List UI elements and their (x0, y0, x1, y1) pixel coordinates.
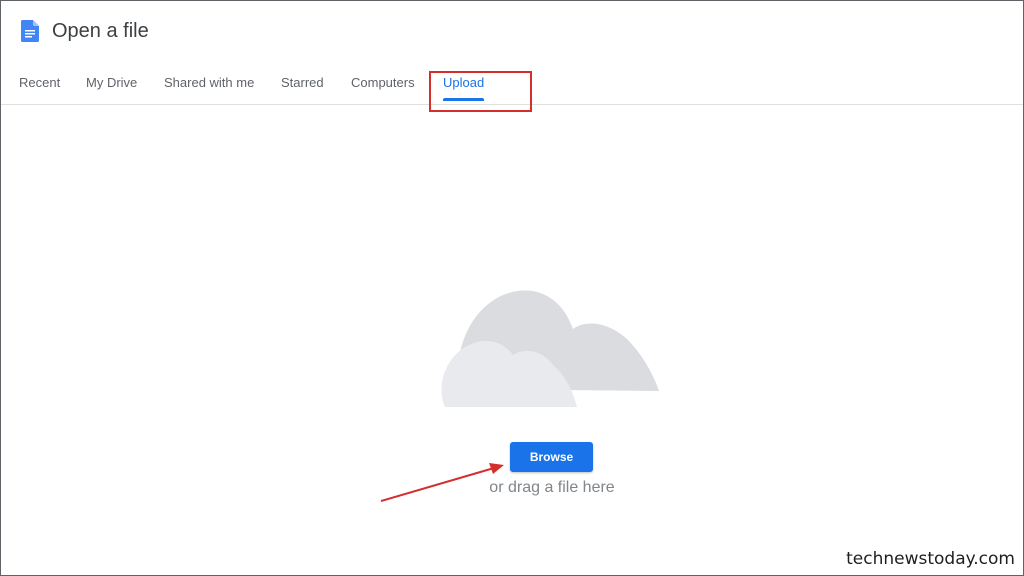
dialog-header: Open a file Recent My Drive Shared with … (1, 1, 1023, 105)
tab-recent[interactable]: Recent (19, 69, 60, 105)
drag-hint-text: or drag a file here (489, 479, 615, 496)
tab-starred[interactable]: Starred (281, 69, 324, 105)
tab-bar: Recent My Drive Shared with me Starred C… (1, 69, 1023, 105)
google-docs-icon (21, 20, 39, 42)
active-tab-indicator (443, 98, 485, 101)
browse-button[interactable]: Browse (510, 442, 593, 472)
tab-upload-label: Upload (443, 75, 485, 90)
tab-upload[interactable]: Upload (443, 69, 485, 105)
open-file-dialog: Open a file Recent My Drive Shared with … (0, 0, 1024, 576)
watermark: technewstoday.com (846, 549, 1015, 569)
cloud-icon (441, 290, 659, 407)
tab-shared-with-me[interactable]: Shared with me (164, 69, 254, 105)
tab-my-drive[interactable]: My Drive (86, 69, 137, 105)
dialog-title: Open a file (52, 20, 149, 42)
tab-computers[interactable]: Computers (351, 69, 415, 105)
